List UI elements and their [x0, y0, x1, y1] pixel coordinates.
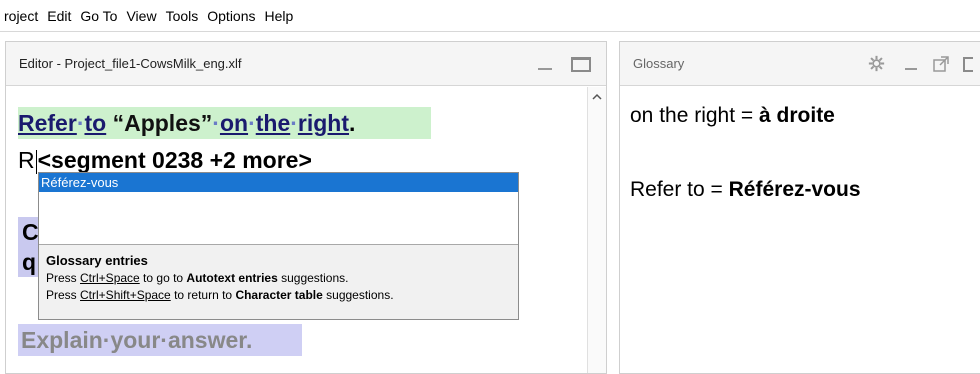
glossary-target: Référez-vous — [728, 178, 861, 201]
menu-project[interactable]: roject — [4, 8, 38, 24]
info-bold: Autotext entries — [186, 271, 278, 285]
vertical-scrollbar[interactable] — [587, 87, 606, 373]
pop-out-icon[interactable] — [933, 56, 949, 72]
info-line-1: Press Ctrl+Space to go to Autotext entri… — [46, 270, 511, 287]
menu-tools[interactable]: Tools — [166, 8, 199, 24]
segment-1[interactable]: Refer·to “Apples”·on·the·right. — [18, 107, 431, 139]
glossary-title: Glossary — [633, 56, 685, 71]
info-line-2: Press Ctrl+Shift+Space to return to Char… — [46, 287, 511, 304]
segment-tag[interactable]: <segment 0238 +2 more> — [38, 147, 312, 173]
info-text: suggestions. — [322, 288, 394, 302]
maximize-icon[interactable] — [571, 57, 591, 72]
glossary-target: à droite — [759, 104, 835, 127]
info-text: Press — [46, 271, 81, 285]
segment-1-word: right — [297, 110, 350, 136]
segment-2-target[interactable]: R <segment 0238 +2 more> — [18, 145, 312, 175]
glossary-source: Refer to = — [630, 178, 729, 201]
editor-header: Editor - Project_file1-CowsMilk_eng.xlf — [6, 42, 606, 86]
segment-1-word: on — [219, 110, 249, 136]
menu-go-to[interactable]: Go To — [80, 8, 117, 24]
space-marker: · — [212, 110, 220, 136]
menu-bar: roject Edit Go To View Tools Options Hel… — [0, 0, 980, 32]
info-text: to go to — [139, 271, 187, 285]
info-bold: Character table — [235, 288, 323, 302]
shortcut-key: Ctrl+Space — [80, 271, 140, 285]
segment-1-word: Refer — [18, 110, 77, 136]
glossary-panel: Glossary on the right = à droite Refer t… — [619, 41, 980, 374]
menu-options[interactable]: Options — [207, 8, 255, 24]
segment-4[interactable]: Explain·your·answer. — [18, 324, 302, 356]
info-text: suggestions. — [277, 271, 349, 285]
menu-edit[interactable]: Edit — [47, 8, 71, 24]
minimize-icon[interactable] — [905, 68, 917, 70]
scroll-up-icon[interactable] — [592, 92, 602, 102]
autocomplete-popup: Référez-vous Glossary entries Press Ctrl… — [38, 172, 519, 320]
info-text: to return to — [170, 288, 236, 302]
glossary-header: Glossary — [620, 42, 980, 86]
suggestion-list: Référez-vous — [39, 173, 518, 245]
suggestion-item[interactable]: Référez-vous — [39, 173, 518, 192]
glossary-entry[interactable]: on the right = à droite — [630, 104, 835, 128]
menu-view[interactable]: View — [126, 8, 156, 24]
segment-1-word: the — [255, 110, 291, 136]
text-caret — [35, 149, 37, 174]
segment-1-word: “Apples” — [112, 110, 213, 136]
segment-1-period: . — [349, 110, 356, 136]
typed-text: R — [18, 147, 35, 173]
suggestion-info: Glossary entries Press Ctrl+Space to go … — [39, 245, 518, 319]
glossary-source: on the right = — [630, 104, 760, 127]
info-title: Glossary entries — [46, 253, 148, 268]
segment-1-word: to — [84, 110, 107, 136]
segment-4-text: Explain·your·answer. — [21, 327, 253, 353]
info-text: Press — [46, 288, 81, 302]
space-marker: · — [290, 110, 298, 136]
menu-help[interactable]: Help — [265, 8, 294, 24]
gear-icon[interactable] — [868, 55, 885, 72]
shortcut-key: Ctrl+Shift+Space — [80, 288, 171, 302]
maximize-icon[interactable] — [963, 57, 973, 72]
editor-title: Editor - Project_file1-CowsMilk_eng.xlf — [19, 56, 242, 71]
space-marker: · — [248, 110, 256, 136]
glossary-entry[interactable]: Refer to = Référez-vous — [630, 178, 861, 202]
minimize-icon[interactable] — [538, 68, 552, 70]
